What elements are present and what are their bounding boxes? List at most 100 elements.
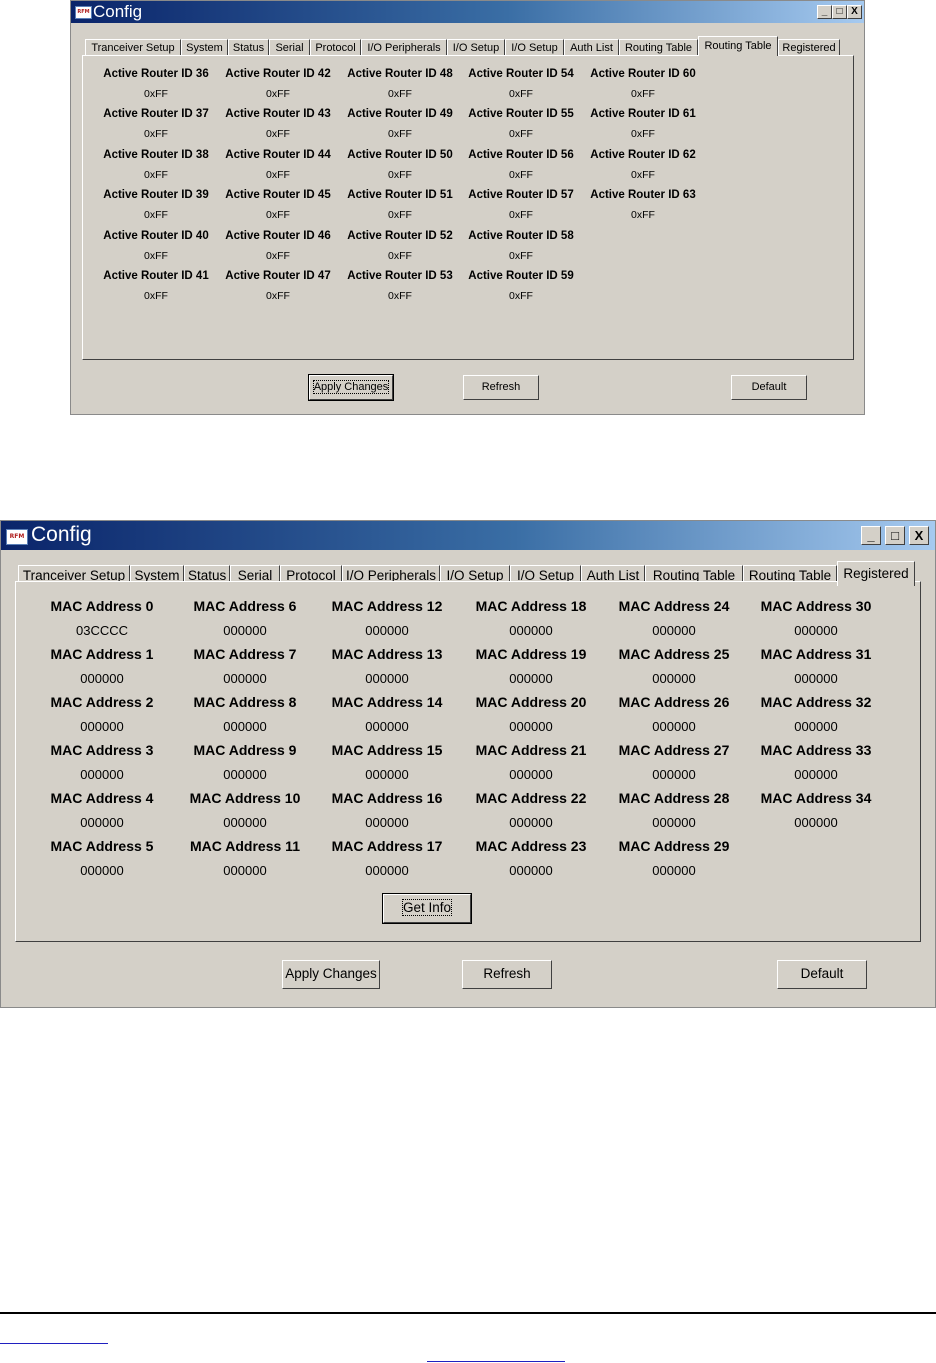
tab-tranceiver-setup-0[interactable]: Tranceiver Setup <box>85 39 181 56</box>
mac-address-cell: MAC Address 0 03CCCC <box>32 598 172 639</box>
mac-address-cell: MAC Address 34 000000 <box>746 790 886 831</box>
mac-address-label: MAC Address 32 <box>760 694 872 710</box>
router-id-label: Active Router ID 51 <box>347 189 453 201</box>
router-id-cell: Active Router ID 40 0xFF <box>95 229 217 263</box>
router-id-label: Active Router ID 39 <box>103 189 209 201</box>
mac-address-value: 000000 <box>223 623 267 638</box>
router-id-label: Active Router ID 63 <box>590 189 696 201</box>
router-id-value: 0xFF <box>266 290 290 302</box>
router-id-value: 0xFF <box>631 128 655 140</box>
mac-address-value: 000000 <box>794 623 838 638</box>
mac-address-label: MAC Address 24 <box>618 598 730 614</box>
apply-changes-button[interactable]: Apply Changes <box>308 374 394 401</box>
mac-address-value: 000000 <box>509 767 553 782</box>
mac-address-label: MAC Address 7 <box>193 646 297 662</box>
minimize-button[interactable]: _ <box>817 5 832 19</box>
tab-protocol-4[interactable]: Protocol <box>310 39 361 56</box>
get-info-button[interactable]: Get Info <box>382 893 472 924</box>
mac-address-label: MAC Address 23 <box>475 838 587 854</box>
mac-address-cell: MAC Address 23 000000 <box>461 838 601 879</box>
mac-address-label: MAC Address 18 <box>475 598 587 614</box>
default-button[interactable]: Default <box>777 960 867 989</box>
title-bar[interactable]: RFM Config _ □ X <box>71 1 864 23</box>
router-id-cell: Active Router ID 55 0xFF <box>460 107 582 141</box>
router-id-label: Active Router ID 49 <box>347 108 453 120</box>
close-button[interactable]: X <box>847 5 862 19</box>
router-id-cell: Active Router ID 48 0xFF <box>339 67 461 101</box>
close-button[interactable]: X <box>909 526 929 545</box>
router-id-value: 0xFF <box>388 88 412 100</box>
footnote-link-underline[interactable] <box>0 1343 108 1344</box>
app-logo-icon: RFM <box>75 6 92 19</box>
mac-address-label: MAC Address 34 <box>760 790 872 806</box>
mac-address-label: MAC Address 17 <box>331 838 443 854</box>
router-id-cell: Active Router ID 42 0xFF <box>217 67 339 101</box>
mac-address-cell: MAC Address 24 000000 <box>604 598 744 639</box>
mac-address-cell: MAC Address 16 000000 <box>317 790 457 831</box>
tab-serial-3[interactable]: Serial <box>269 39 310 56</box>
footnote-link-underline[interactable] <box>427 1361 565 1362</box>
router-id-value: 0xFF <box>509 88 533 100</box>
mac-address-value: 000000 <box>223 671 267 686</box>
refresh-button[interactable]: Refresh <box>462 960 552 989</box>
mac-address-cell: MAC Address 17 000000 <box>317 838 457 879</box>
mac-address-cell: MAC Address 26 000000 <box>604 694 744 735</box>
router-id-cell: Active Router ID 62 0xFF <box>582 148 704 182</box>
router-id-value: 0xFF <box>388 169 412 181</box>
mac-address-value: 000000 <box>509 863 553 878</box>
default-button[interactable]: Default <box>731 375 807 400</box>
router-id-label: Active Router ID 52 <box>347 230 453 242</box>
mac-address-value: 000000 <box>80 719 124 734</box>
title-bar[interactable]: RFM Config _ □ X <box>1 521 935 550</box>
mac-address-label: MAC Address 31 <box>760 646 872 662</box>
router-id-value: 0xFF <box>266 128 290 140</box>
tab-i-o-peripherals-5[interactable]: I/O Peripherals <box>361 39 447 56</box>
router-id-label: Active Router ID 36 <box>103 68 209 80</box>
mac-address-label: MAC Address 26 <box>618 694 730 710</box>
tab-routing-table-10[interactable]: Routing Table <box>698 36 778 56</box>
router-id-cell: Active Router ID 49 0xFF <box>339 107 461 141</box>
mac-address-label: MAC Address 0 <box>50 598 154 614</box>
router-id-label: Active Router ID 59 <box>468 270 574 282</box>
refresh-button[interactable]: Refresh <box>463 375 539 400</box>
config-window-registered: RFM Config _ □ X Tranceiver Setup System S… <box>0 520 936 1008</box>
router-id-label: Active Router ID 43 <box>225 108 331 120</box>
tab-strip: Tranceiver Setup System Status Serial Protoc… <box>85 36 840 56</box>
minimize-button[interactable]: _ <box>861 526 881 545</box>
tab-status-2[interactable]: Status <box>228 39 269 56</box>
router-id-value: 0xFF <box>144 169 168 181</box>
router-id-value: 0xFF <box>144 128 168 140</box>
maximize-button[interactable]: □ <box>832 5 847 19</box>
tab-auth-list-8[interactable]: Auth List <box>564 39 619 56</box>
tab-i-o-setup-6[interactable]: I/O Setup <box>447 39 505 56</box>
mac-address-cell: MAC Address 10 000000 <box>175 790 315 831</box>
router-id-label: Active Router ID 45 <box>225 189 331 201</box>
tab-routing-table-9[interactable]: Routing Table <box>619 39 698 56</box>
mac-address-value: 000000 <box>652 767 696 782</box>
tab-i-o-setup-7[interactable]: I/O Setup <box>505 39 564 56</box>
router-id-cell: Active Router ID 45 0xFF <box>217 188 339 222</box>
maximize-button[interactable]: □ <box>885 526 905 545</box>
router-id-value: 0xFF <box>388 128 412 140</box>
mac-address-cell: MAC Address 4 000000 <box>32 790 172 831</box>
mac-address-label: MAC Address 13 <box>331 646 443 662</box>
router-id-label: Active Router ID 62 <box>590 149 696 161</box>
tab-registered-11[interactable]: Registered <box>837 561 915 586</box>
router-id-cell: Active Router ID 46 0xFF <box>217 229 339 263</box>
mac-address-cell: MAC Address 28 000000 <box>604 790 744 831</box>
router-id-label: Active Router ID 58 <box>468 230 574 242</box>
mac-address-label: MAC Address 19 <box>475 646 587 662</box>
apply-changes-button[interactable]: Apply Changes <box>282 960 380 989</box>
mac-address-label: MAC Address 22 <box>475 790 587 806</box>
apply-changes-label: Apply Changes <box>312 380 390 394</box>
tab-system-1[interactable]: System <box>181 39 228 56</box>
page-divider <box>0 1312 936 1314</box>
router-id-value: 0xFF <box>388 209 412 221</box>
tab-registered-11[interactable]: Registered <box>778 39 840 56</box>
router-id-value: 0xFF <box>631 169 655 181</box>
mac-address-cell: MAC Address 8 000000 <box>175 694 315 735</box>
mac-address-value: 000000 <box>794 767 838 782</box>
mac-address-label: MAC Address 15 <box>331 742 443 758</box>
mac-address-label: MAC Address 14 <box>331 694 443 710</box>
router-id-value: 0xFF <box>144 88 168 100</box>
